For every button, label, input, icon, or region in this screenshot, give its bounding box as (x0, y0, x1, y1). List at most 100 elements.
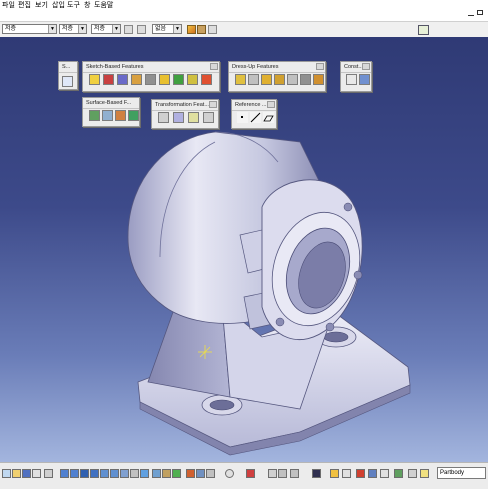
pan-icon[interactable] (80, 469, 89, 478)
color-picker-icon[interactable] (137, 25, 146, 34)
check-icon[interactable] (368, 469, 377, 478)
toolbar-constraints[interactable]: Const... (340, 61, 372, 92)
sketch-icon[interactable] (62, 76, 73, 87)
chevron-down-icon[interactable]: ▼ (48, 25, 56, 33)
render-style-combo[interactable]: 없음 ▼ (152, 24, 182, 34)
toolbar-sketch-based-features[interactable]: Sketch-Based Features (82, 61, 220, 92)
rib-icon[interactable] (159, 74, 170, 85)
knowledge-icon[interactable] (356, 469, 365, 478)
lock-icon[interactable] (330, 469, 339, 478)
analysis-icon[interactable] (290, 469, 299, 478)
plane-icon[interactable] (263, 112, 274, 123)
close-surface-icon[interactable] (115, 110, 126, 121)
catalog-icon[interactable] (278, 469, 287, 478)
fly-mode-icon[interactable] (60, 469, 69, 478)
line-type-combo[interactable]: 저층 ▼ (59, 24, 87, 34)
paint-bucket-icon[interactable] (197, 25, 206, 34)
chevron-down-icon[interactable]: ▼ (78, 25, 86, 33)
pattern-icon[interactable] (188, 112, 199, 123)
draft-icon[interactable] (261, 74, 272, 85)
rotate-icon[interactable] (90, 469, 99, 478)
menu-item-file[interactable]: 파일 (2, 1, 15, 10)
create-multi-view-icon[interactable] (130, 469, 139, 478)
menu-item-help[interactable]: 도움말 (94, 1, 113, 10)
line-icon[interactable] (250, 112, 261, 123)
menu-item-tools[interactable]: 도구 (67, 1, 80, 10)
chamfer-icon[interactable] (248, 74, 259, 85)
slot-icon[interactable] (173, 74, 184, 85)
pocket-icon[interactable] (103, 74, 114, 85)
mirror-icon[interactable] (173, 112, 184, 123)
sketch-constraint-icon[interactable] (408, 469, 417, 478)
thickness-icon[interactable] (287, 74, 298, 85)
hole-icon[interactable] (145, 74, 156, 85)
fillet-icon[interactable] (235, 74, 246, 85)
open-icon[interactable] (12, 469, 21, 478)
measure-icon[interactable] (186, 469, 195, 478)
3d-compass-icon[interactable] (312, 469, 321, 478)
shading-icon[interactable] (152, 469, 161, 478)
close-icon[interactable] (209, 101, 217, 108)
multi-section-icon[interactable] (201, 74, 212, 85)
shaft-icon[interactable] (117, 74, 128, 85)
menu-item-insert[interactable]: 삽입 (52, 1, 65, 10)
isometric-view-icon[interactable] (140, 469, 149, 478)
tools-icon[interactable] (206, 469, 215, 478)
menu-item-edit[interactable]: 편집 (18, 1, 31, 10)
translate-icon[interactable] (158, 112, 169, 123)
toolbar-transformation-features[interactable]: Transformation Feat... (151, 99, 219, 129)
point-icon[interactable] (237, 112, 248, 123)
save-icon[interactable] (22, 469, 31, 478)
formula-icon[interactable] (268, 469, 277, 478)
shell-icon[interactable] (274, 74, 285, 85)
zoom-in-icon[interactable] (100, 469, 109, 478)
constraint-icon[interactable] (346, 74, 357, 85)
toolbar-sketcher[interactable]: S... (58, 61, 78, 90)
maximize-icon[interactable] (477, 10, 483, 15)
menu-item-view[interactable]: 보기 (35, 1, 48, 10)
snap-icon[interactable] (394, 469, 403, 478)
apply-material-icon[interactable] (196, 469, 205, 478)
new-icon[interactable] (2, 469, 11, 478)
scale-icon[interactable] (203, 112, 214, 123)
fit-all-icon[interactable] (70, 469, 79, 478)
constraint-defined-icon[interactable] (359, 74, 370, 85)
grid-icon[interactable] (380, 469, 389, 478)
zoom-out-icon[interactable] (110, 469, 119, 478)
close-icon[interactable] (362, 63, 370, 70)
toolbar-reference-elements[interactable]: Reference ... (231, 99, 277, 129)
toolbar-surface-based-features[interactable]: Surface-Based F... (82, 97, 140, 127)
layer-combo[interactable]: 저층 ▼ (2, 24, 57, 34)
swap-visible-space-icon[interactable] (172, 469, 181, 478)
line-weight-combo[interactable]: 저층 ▼ (91, 24, 121, 34)
chevron-down-icon[interactable]: ▼ (173, 25, 181, 33)
chevron-down-icon[interactable]: ▼ (112, 25, 120, 33)
brush-icon[interactable] (187, 25, 196, 34)
menu-item-window[interactable]: 창 (84, 1, 90, 10)
hybrid-design-icon[interactable] (246, 469, 255, 478)
normal-view-icon[interactable] (120, 469, 129, 478)
filter-icon[interactable] (420, 469, 429, 478)
sew-surface-icon[interactable] (128, 110, 139, 121)
command-input[interactable]: Partbody (437, 467, 486, 479)
cut-icon[interactable] (44, 469, 53, 478)
groove-icon[interactable] (131, 74, 142, 85)
pad-icon[interactable] (89, 74, 100, 85)
color-swatch-icon[interactable] (124, 25, 133, 34)
thread-icon[interactable] (300, 74, 311, 85)
close-icon[interactable] (210, 63, 218, 70)
split-icon[interactable] (89, 110, 100, 121)
stiffener-icon[interactable] (187, 74, 198, 85)
close-icon[interactable] (267, 101, 275, 108)
update-icon[interactable] (225, 469, 234, 478)
3d-viewport[interactable]: S... Sketch-Based Features Dress-Up Feat… (0, 37, 488, 462)
properties-icon[interactable] (208, 25, 217, 34)
workbench-icon[interactable] (418, 25, 429, 35)
print-icon[interactable] (32, 469, 41, 478)
remove-face-icon[interactable] (313, 74, 324, 85)
minimize-icon[interactable] (468, 12, 474, 16)
axis-system-icon[interactable] (342, 469, 351, 478)
toolbar-dress-up-features[interactable]: Dress-Up Features (228, 61, 326, 92)
thick-surface-icon[interactable] (102, 110, 113, 121)
close-icon[interactable] (316, 63, 324, 70)
